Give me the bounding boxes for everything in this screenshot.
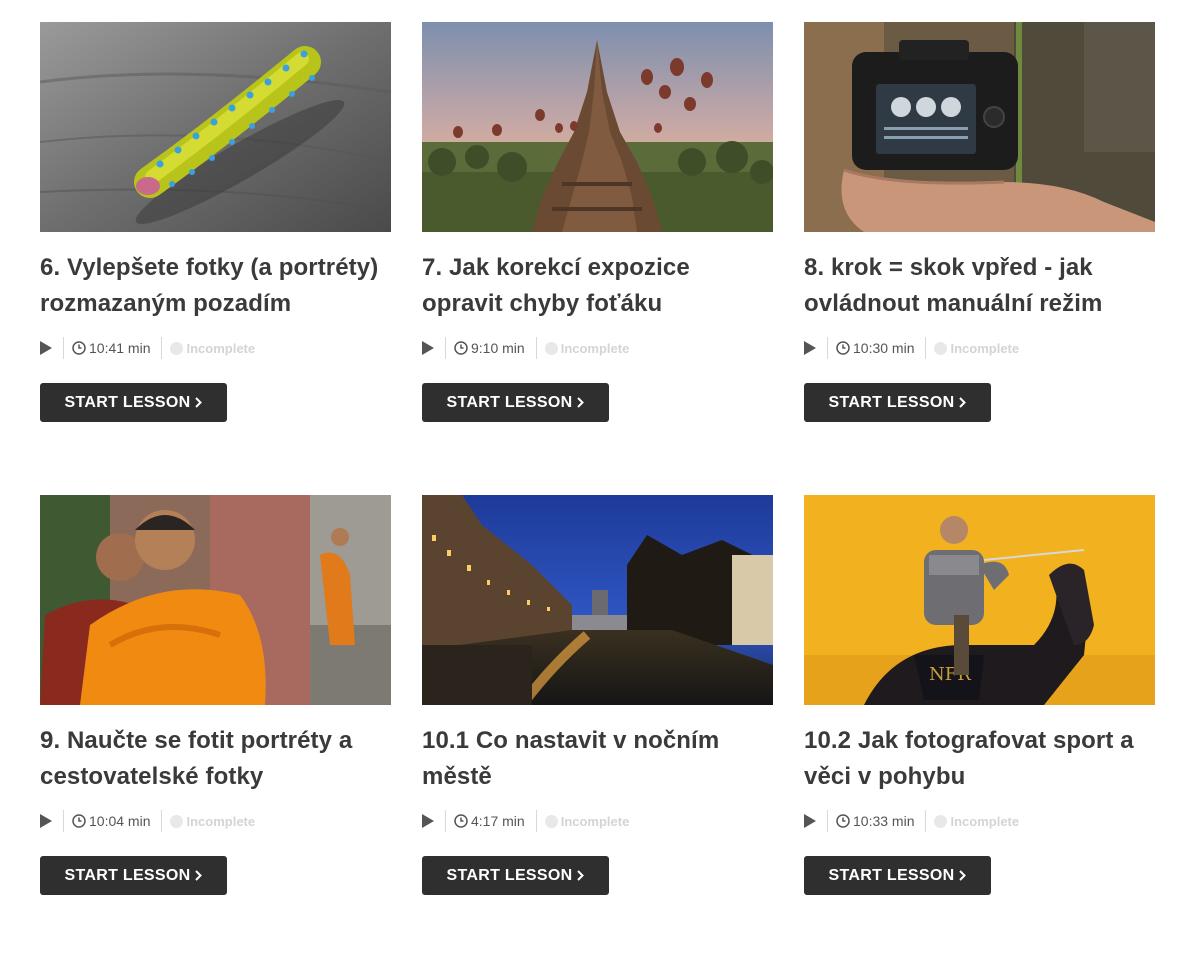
lesson-duration: 9:10 min bbox=[454, 340, 525, 356]
meta-divider bbox=[827, 810, 828, 832]
duration-text: 4:17 min bbox=[471, 813, 525, 829]
lesson-status: Incomplete bbox=[544, 813, 630, 829]
clock-icon bbox=[72, 341, 86, 355]
lesson-status: Incomplete bbox=[170, 341, 255, 356]
play-icon bbox=[804, 814, 816, 828]
lesson-card: 7. Jak korekcí expozice opravit chyby fo… bbox=[422, 22, 773, 495]
status-text: Incomplete bbox=[950, 813, 1020, 829]
incomplete-dot-icon bbox=[934, 814, 948, 828]
lesson-title[interactable]: 9. Naučte se fotit portréty a cestovatel… bbox=[40, 723, 391, 795]
lesson-thumbnail-caterpillar[interactable] bbox=[40, 22, 391, 232]
play-icon bbox=[40, 341, 52, 355]
lesson-title[interactable]: 6. Vylepšete fotky (a portréty) rozmazan… bbox=[40, 250, 391, 322]
lesson-thumbnail-camera[interactable] bbox=[804, 22, 1155, 232]
lesson-thumbnail-night-city[interactable] bbox=[422, 495, 773, 705]
start-lesson-label: START LESSON bbox=[64, 393, 191, 411]
lesson-meta: 10:41 min Incomplete bbox=[40, 337, 391, 359]
status-text: Incomplete bbox=[950, 340, 1020, 356]
chevron-right-icon bbox=[959, 870, 967, 881]
incomplete-dot-icon bbox=[934, 341, 948, 355]
start-lesson-label: START LESSON bbox=[446, 866, 573, 884]
lesson-thumbnail-monks[interactable] bbox=[40, 495, 391, 705]
lesson-duration: 4:17 min bbox=[454, 813, 525, 829]
meta-divider bbox=[445, 337, 446, 359]
clock-icon bbox=[72, 814, 86, 828]
chevron-right-icon bbox=[195, 870, 203, 881]
clock-icon bbox=[836, 814, 850, 828]
clock-icon bbox=[454, 341, 468, 355]
meta-divider bbox=[161, 337, 163, 359]
chevron-right-icon bbox=[577, 870, 585, 881]
duration-text: 10:33 min bbox=[853, 813, 915, 829]
meta-divider bbox=[827, 337, 828, 359]
chevron-right-icon bbox=[959, 397, 967, 408]
duration-text: 10:41 min bbox=[89, 340, 151, 356]
incomplete-dot-icon bbox=[170, 814, 184, 828]
incomplete-dot-icon bbox=[544, 814, 558, 828]
lesson-status: Incomplete bbox=[170, 814, 255, 829]
start-lesson-button[interactable]: START LESSON bbox=[422, 383, 609, 422]
play-icon bbox=[804, 341, 816, 355]
meta-divider bbox=[445, 810, 446, 832]
lesson-title[interactable]: 10.2 Jak fotografovat sport a věci v poh… bbox=[804, 723, 1155, 795]
lesson-status: Incomplete bbox=[544, 340, 630, 356]
start-lesson-label: START LESSON bbox=[828, 393, 955, 411]
incomplete-dot-icon bbox=[170, 341, 184, 355]
start-lesson-button[interactable]: START LESSON bbox=[804, 383, 991, 422]
lesson-thumbnail-knight[interactable]: NFR bbox=[804, 495, 1155, 705]
lesson-meta: 10:33 min Incomplete bbox=[804, 810, 1155, 832]
status-text: Incomplete bbox=[560, 813, 630, 829]
start-lesson-button[interactable]: START LESSON bbox=[422, 856, 609, 895]
lesson-title[interactable]: 8. krok = skok vpřed - jak ovládnout man… bbox=[804, 250, 1155, 322]
lesson-duration: 10:41 min bbox=[72, 340, 150, 356]
lesson-meta: 10:30 min Incomplete bbox=[804, 337, 1155, 359]
lesson-card: 8. krok = skok vpřed - jak ovládnout man… bbox=[804, 22, 1155, 495]
lesson-card: NFR 10.2 Jak fotografovat sport a věci v… bbox=[804, 495, 1155, 968]
lesson-card: 6. Vylepšete fotky (a portréty) rozmazan… bbox=[40, 22, 391, 495]
play-icon bbox=[40, 814, 52, 828]
lesson-card: 9. Naučte se fotit portréty a cestovatel… bbox=[40, 495, 391, 968]
play-icon bbox=[422, 341, 434, 355]
lesson-title[interactable]: 7. Jak korekcí expozice opravit chyby fo… bbox=[422, 250, 773, 322]
lesson-status: Incomplete bbox=[934, 814, 1019, 829]
lesson-card: 10.1 Co nastavit v nočním městě 4:17 min… bbox=[422, 495, 773, 968]
clock-icon bbox=[836, 341, 850, 355]
status-text: Incomplete bbox=[560, 340, 630, 356]
meta-divider bbox=[925, 337, 927, 359]
meta-divider bbox=[925, 810, 927, 832]
status-text: Incomplete bbox=[186, 813, 256, 829]
meta-divider bbox=[535, 810, 537, 832]
duration-text: 10:30 min bbox=[853, 340, 915, 356]
duration-text: 10:04 min bbox=[89, 813, 151, 829]
meta-divider bbox=[535, 337, 537, 359]
lesson-duration: 10:04 min bbox=[72, 813, 150, 829]
lesson-title[interactable]: 10.1 Co nastavit v nočním městě bbox=[422, 723, 773, 795]
start-lesson-button[interactable]: START LESSON bbox=[804, 856, 991, 895]
lesson-meta: 10:04 min Incomplete bbox=[40, 810, 391, 832]
lesson-grid: 6. Vylepšete fotky (a portréty) rozmazan… bbox=[40, 22, 1155, 968]
lesson-thumbnail-pagoda[interactable] bbox=[422, 22, 773, 232]
meta-divider bbox=[63, 810, 64, 832]
play-icon bbox=[422, 814, 434, 828]
lesson-duration: 10:30 min bbox=[836, 340, 914, 356]
lesson-status: Incomplete bbox=[934, 341, 1019, 356]
lesson-meta: 4:17 min Incomplete bbox=[422, 810, 773, 832]
clock-icon bbox=[454, 814, 468, 828]
duration-text: 9:10 min bbox=[471, 340, 525, 356]
start-lesson-label: START LESSON bbox=[446, 393, 573, 411]
start-lesson-label: START LESSON bbox=[64, 866, 191, 884]
lesson-duration: 10:33 min bbox=[836, 813, 914, 829]
meta-divider bbox=[161, 810, 163, 832]
start-lesson-button[interactable]: START LESSON bbox=[40, 856, 227, 895]
lesson-meta: 9:10 min Incomplete bbox=[422, 337, 773, 359]
incomplete-dot-icon bbox=[544, 341, 558, 355]
start-lesson-label: START LESSON bbox=[828, 866, 955, 884]
status-text: Incomplete bbox=[186, 340, 256, 356]
start-lesson-button[interactable]: START LESSON bbox=[40, 383, 227, 422]
chevron-right-icon bbox=[577, 397, 585, 408]
meta-divider bbox=[63, 337, 64, 359]
chevron-right-icon bbox=[195, 397, 203, 408]
